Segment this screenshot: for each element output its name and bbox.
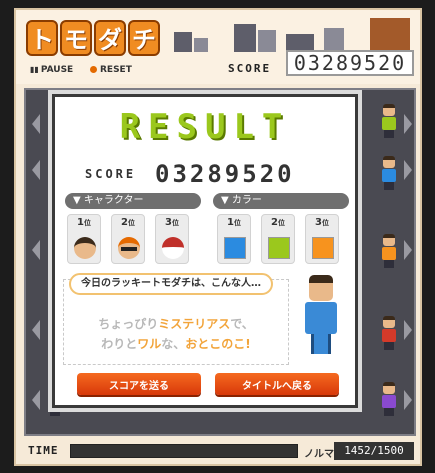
arrow-right-icon <box>404 390 412 410</box>
game-header: ト モ ダ チ ▮▮ PAUSE RESET SCORE 03289520 <box>16 10 420 84</box>
rank-label: 2位 <box>271 217 285 228</box>
score-label: SCORE <box>228 62 272 75</box>
logo-char: チ <box>128 20 160 56</box>
sunglasses-face-icon <box>118 237 140 259</box>
score-display: 03289520 <box>286 50 414 76</box>
arrow-left-icon <box>32 240 40 260</box>
building <box>234 24 256 52</box>
tomodachi-character <box>378 104 400 138</box>
logo-char: ダ <box>94 20 126 56</box>
result-score-value: 03289520 <box>155 160 295 188</box>
arrow-left-icon <box>32 160 40 180</box>
city-skyline <box>174 16 414 52</box>
building <box>370 18 410 52</box>
rank-label: 1位 <box>77 217 91 228</box>
time-bar <box>70 444 298 458</box>
color-section-header: ▼ カラー <box>213 193 349 209</box>
pause-label: PAUSE <box>40 65 74 75</box>
back-to-title-button[interactable]: タイトルへ戻る <box>215 373 339 395</box>
arrow-left-icon <box>32 390 40 410</box>
send-score-button[interactable]: スコアを送る <box>77 373 201 395</box>
color-rank-2: 2位 <box>261 214 295 264</box>
lucky-friend-description-line-1: ちょっぴりミステリアスで、 <box>98 317 254 331</box>
arrow-left-icon <box>32 114 40 134</box>
lucky-friend-description-line-2: わりとワルな、おとこのこ! <box>101 337 251 351</box>
building <box>258 30 276 52</box>
character-section-header: ▼ キャラクター <box>65 193 201 209</box>
result-score-label: SCORE <box>85 167 137 181</box>
reset-button[interactable]: RESET <box>90 65 132 75</box>
logo-char: モ <box>60 20 92 56</box>
result-title: RESULT <box>119 107 291 147</box>
norma-label: ノルマ <box>304 449 334 460</box>
rank-label: 3位 <box>165 217 179 228</box>
arrow-right-icon <box>404 114 412 134</box>
game-footer: TIME ノルマ 1452/1500 <box>24 440 416 462</box>
color-swatch-green <box>268 237 290 259</box>
logo-char: ト <box>26 20 58 56</box>
pause-button[interactable]: ▮▮ PAUSE <box>30 65 73 75</box>
rank-label: 2位 <box>121 217 135 228</box>
rank-label: 3位 <box>315 217 329 228</box>
tomodachi-character <box>378 382 400 416</box>
game-logo: ト モ ダ チ <box>26 20 160 56</box>
arrow-right-icon <box>404 240 412 260</box>
tomodachi-character <box>378 316 400 350</box>
lucky-friend-character <box>299 275 343 359</box>
rank-label: 1位 <box>227 217 241 228</box>
tomodachi-character <box>378 156 400 190</box>
arrow-right-icon <box>404 160 412 180</box>
mushroom-face-icon <box>162 237 184 259</box>
character-rank-2: 2位 <box>111 214 145 264</box>
reset-icon <box>90 66 97 73</box>
color-rank-1: 1位 <box>217 214 251 264</box>
lucky-friend-heading: 今日のラッキートモダチは、こんな人… <box>69 273 273 295</box>
character-rank-3: 3位 <box>155 214 189 264</box>
building <box>174 32 192 52</box>
norma-value: 1452/1500 <box>334 442 414 460</box>
pause-icon: ▮▮ <box>30 65 39 74</box>
result-panel: RESULT SCORE 03289520 ▼ キャラクター ▼ カラー 1位 … <box>48 90 362 412</box>
color-swatch-blue <box>224 237 246 259</box>
boy-face-icon <box>74 237 96 259</box>
arrow-left-icon <box>32 320 40 340</box>
building <box>324 28 344 52</box>
tomodachi-character <box>378 234 400 268</box>
reset-label: RESET <box>100 65 132 75</box>
arrow-right-icon <box>404 320 412 340</box>
character-rank-1: 1位 <box>67 214 101 264</box>
color-rank-3: 3位 <box>305 214 339 264</box>
color-swatch-orange <box>312 237 334 259</box>
building <box>194 38 208 52</box>
time-label: TIME <box>28 444 59 457</box>
